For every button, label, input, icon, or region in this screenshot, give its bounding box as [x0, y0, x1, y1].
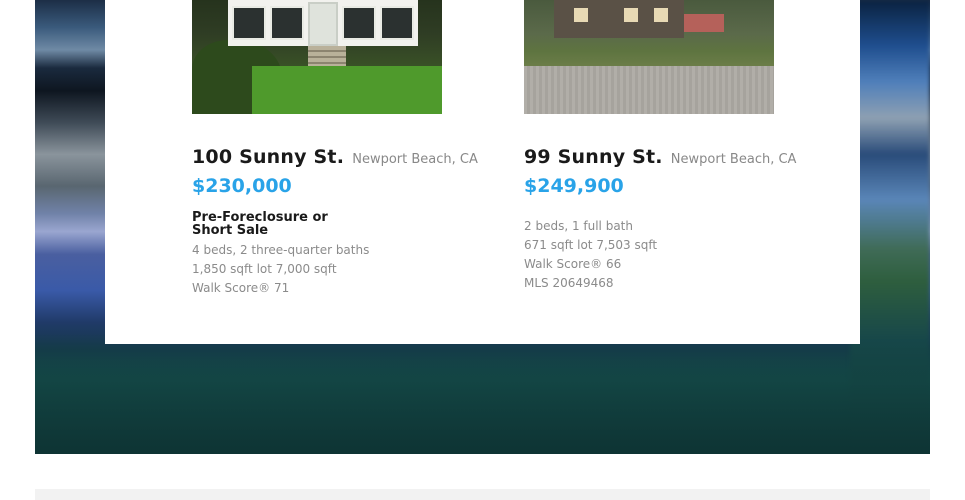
listing-walk-score: Walk Score® 71: [192, 281, 290, 295]
listing-size: 671 sqft lot 7,503 sqft: [524, 238, 658, 252]
photo-house: [554, 0, 684, 38]
listing-mls-number: MLS 20649468: [524, 276, 614, 290]
listing-card[interactable]: 100 Sunny St. Newport Beach, CA $230,000…: [192, 0, 492, 298]
photo-window: [342, 6, 376, 40]
listing-beds-baths: 4 beds, 2 three-quarter baths: [192, 243, 370, 257]
photo-window: [624, 8, 638, 22]
background-blur-bottom: [35, 334, 930, 454]
address-line: 100 Sunny St. Newport Beach, CA: [192, 146, 492, 168]
photo-lawn: [252, 66, 442, 114]
address-line: 99 Sunny St. Newport Beach, CA: [524, 146, 824, 168]
photo-window: [654, 8, 668, 22]
listing-photo[interactable]: [192, 0, 442, 114]
photo-steps: [308, 46, 346, 66]
listing-city: Newport Beach, CA: [670, 152, 797, 167]
listing-street[interactable]: 99 Sunny St.: [524, 146, 663, 168]
footer-strip: [35, 489, 930, 500]
listing-status: Pre-Foreclosure or Short Sale: [192, 210, 328, 238]
listing-street[interactable]: 100 Sunny St.: [192, 146, 344, 168]
photo-window: [380, 6, 414, 40]
listing-city: Newport Beach, CA: [352, 152, 478, 167]
listing-walk-score: Walk Score® 66: [524, 257, 622, 271]
listing-details: 2 beds, 1 full bath 671 sqft lot 7,503 s…: [524, 217, 824, 293]
listing-size: 1,850 sqft lot 7,000 sqft: [192, 262, 337, 276]
photo-porch: [228, 0, 418, 46]
photo-window: [232, 6, 266, 40]
listings-panel: 100 Sunny St. Newport Beach, CA $230,000…: [105, 0, 860, 344]
listing-card[interactable]: 99 Sunny St. Newport Beach, CA $249,900 …: [524, 0, 824, 293]
listing-photo[interactable]: [524, 0, 774, 114]
photo-window: [270, 6, 304, 40]
photo-roof: [684, 14, 724, 32]
listing-details: 4 beds, 2 three-quarter baths 1,850 sqft…: [192, 241, 492, 298]
photo-door: [308, 2, 338, 46]
photo-window: [574, 8, 588, 22]
photo-driveway: [524, 66, 774, 114]
listing-price: $230,000: [192, 175, 292, 197]
listing-beds-baths: 2 beds, 1 full bath: [524, 219, 633, 233]
listing-price: $249,900: [524, 175, 624, 197]
